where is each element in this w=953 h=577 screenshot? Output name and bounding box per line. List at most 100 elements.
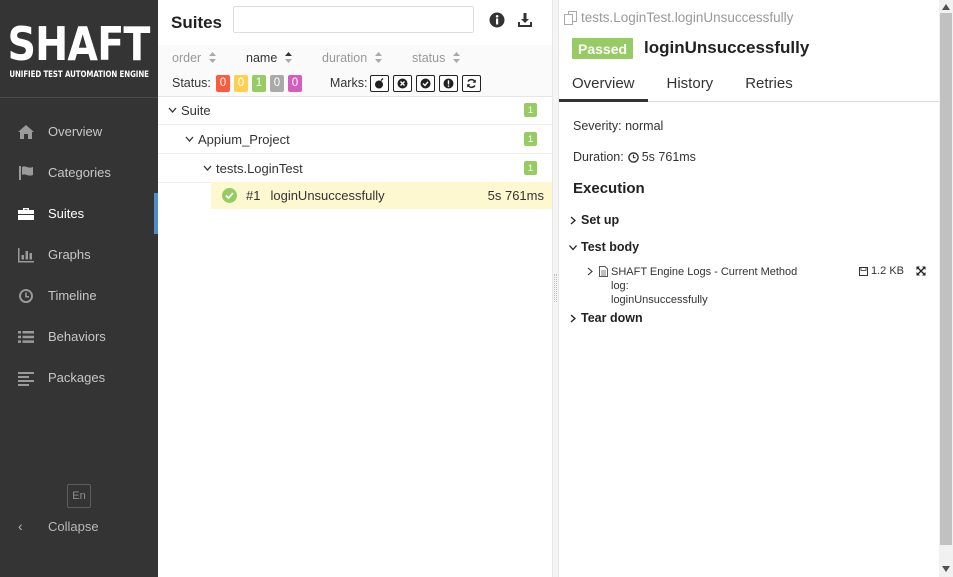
sort-icon [375,52,383,63]
scroll-down-arrow-icon[interactable] [942,566,950,572]
detail-tabs: Overview History Retries [559,70,939,102]
mark-retries-toggle[interactable] [462,74,482,92]
sidebar-item-timeline[interactable]: Timeline [0,275,158,316]
sidebar-item-graphs[interactable]: Graphs [0,234,158,275]
chevron-right-icon [569,314,578,323]
sidebar-item-label: Overview [48,124,103,139]
test-duration: 5s 761ms [487,188,544,203]
clock-icon [627,151,639,163]
test-detail-pane: tests.LoginTest.loginUnsuccessfully Pass… [559,0,939,577]
refresh-icon [467,78,477,88]
passed-count-badge: 1 [524,103,537,117]
sidebar-item-overview[interactable]: Overview [0,111,158,152]
status-broken-toggle[interactable]: 0 [233,74,248,92]
copy-icon [564,10,577,25]
sort-duration-label: duration [322,50,368,65]
attachment-name-line1: SHAFT Engine Logs - Current Method log: [611,266,798,292]
sort-order[interactable]: order [172,51,246,65]
sidebar-item-label: Suites [48,206,85,221]
severity-field: Severity: normal [573,119,664,133]
chevron-down-icon [203,165,213,172]
filter-bar: Status: 0 0 1 0 0 Marks: [158,70,552,97]
sort-asc-icon [285,52,293,63]
shaft-logo[interactable]: SHAFT UNIFIED TEST AUTOMATION ENGINE [0,0,158,98]
sidebar-item-categories[interactable]: Categories [0,152,158,193]
breadcrumb-text: tests.LoginTest.loginUnsuccessfully [581,10,794,25]
save-icon [859,266,868,276]
tree-node-label: Appium_Project [198,131,290,147]
attachment-name-line2: loginUnsuccessfully [611,294,708,306]
tab-overview[interactable]: Overview [559,70,648,102]
duration-label: Duration: [573,150,624,164]
tab-retries[interactable]: Retries [732,70,806,102]
bar-chart-icon [17,247,35,263]
chevron-down-icon [168,107,178,114]
info-icon[interactable] [489,12,505,28]
attachment-size: 1.2 KB [859,265,904,277]
execution-heading: Execution [573,180,645,197]
scroll-up-arrow-icon[interactable] [942,4,950,10]
times-circle-icon [397,78,408,88]
language-button[interactable]: En [67,484,91,508]
download-icon[interactable] [517,12,533,28]
status-passed-toggle[interactable]: 1 [251,74,266,92]
sort-bar: order name duration status [158,45,552,70]
breadcrumb[interactable]: tests.LoginTest.loginUnsuccessfully [564,10,793,25]
sidebar: SHAFT UNIFIED TEST AUTOMATION ENGINE Ove… [0,0,158,577]
step-label: Tear down [581,311,643,325]
sort-status[interactable]: status [412,51,461,65]
mark-new-failed-toggle[interactable] [393,74,413,92]
sidebar-item-packages[interactable]: Packages [0,357,158,398]
tree-node-suite[interactable]: Suite 1 [158,96,552,125]
home-icon [17,124,35,140]
sidebar-item-label: Packages [48,370,106,385]
sidebar-item-label: Categories [48,165,111,180]
status-skipped-toggle[interactable]: 0 [269,74,284,92]
test-title: loginUnsuccessfully [644,38,810,57]
page-title: Suites [171,12,223,32]
tab-history[interactable]: History [654,70,727,102]
mark-new-broken-toggle[interactable] [439,74,459,92]
collapse-button[interactable]: ‹ Collapse [18,518,99,534]
test-name: loginUnsuccessfully [270,188,385,203]
mark-new-passed-toggle[interactable] [416,74,436,92]
test-number: #1 [246,188,261,203]
status-filter-label: Status: [172,76,211,90]
sidebar-item-label: Timeline [48,288,97,303]
test-case-row[interactable]: #1 loginUnsuccessfully 5s 761ms [211,182,552,209]
step-teardown[interactable]: Tear down [569,311,643,325]
status-failed-toggle[interactable]: 0 [215,74,230,92]
logo-subtitle: UNIFIED TEST AUTOMATION ENGINE [9,70,149,80]
sort-icon [209,52,217,63]
attachment-name: SHAFT Engine Logs - Current Method log: … [611,265,816,307]
sidebar-item-suites[interactable]: Suites [0,193,158,234]
exclamation-circle-icon [443,78,454,88]
tree-node-project[interactable]: Appium_Project 1 [158,125,552,154]
check-circle-icon [420,78,431,88]
sidebar-item-behaviors[interactable]: Behaviors [0,316,158,357]
sidebar-item-label: Graphs [48,247,91,262]
tree-node-class[interactable]: tests.LoginTest 1 [158,154,552,183]
search-input[interactable] [233,6,474,33]
step-test-body[interactable]: Test body [569,240,639,254]
status-badge: Passed [572,38,634,59]
duration-value: 5s 761ms [641,150,696,164]
scrollbar-thumb[interactable] [940,13,952,545]
mark-flaky-toggle[interactable] [370,74,390,92]
clock-icon [17,288,35,304]
splitter-grip[interactable] [554,274,557,302]
passed-check-icon [222,188,237,203]
pane-splitter[interactable] [552,0,559,577]
expand-icon[interactable] [916,266,926,276]
status-unknown-toggle[interactable]: 0 [287,74,302,92]
chevron-down-icon [569,243,578,252]
sort-duration[interactable]: duration [322,51,412,65]
list-icon [17,329,35,345]
step-label: Set up [581,213,620,227]
vertical-scrollbar[interactable] [939,0,953,577]
duration-field: Duration: 5s 761ms [573,150,696,164]
file-text-icon [599,266,608,277]
step-setup[interactable]: Set up [569,213,619,227]
sort-name[interactable]: name [246,51,322,65]
bomb-icon [375,77,384,88]
